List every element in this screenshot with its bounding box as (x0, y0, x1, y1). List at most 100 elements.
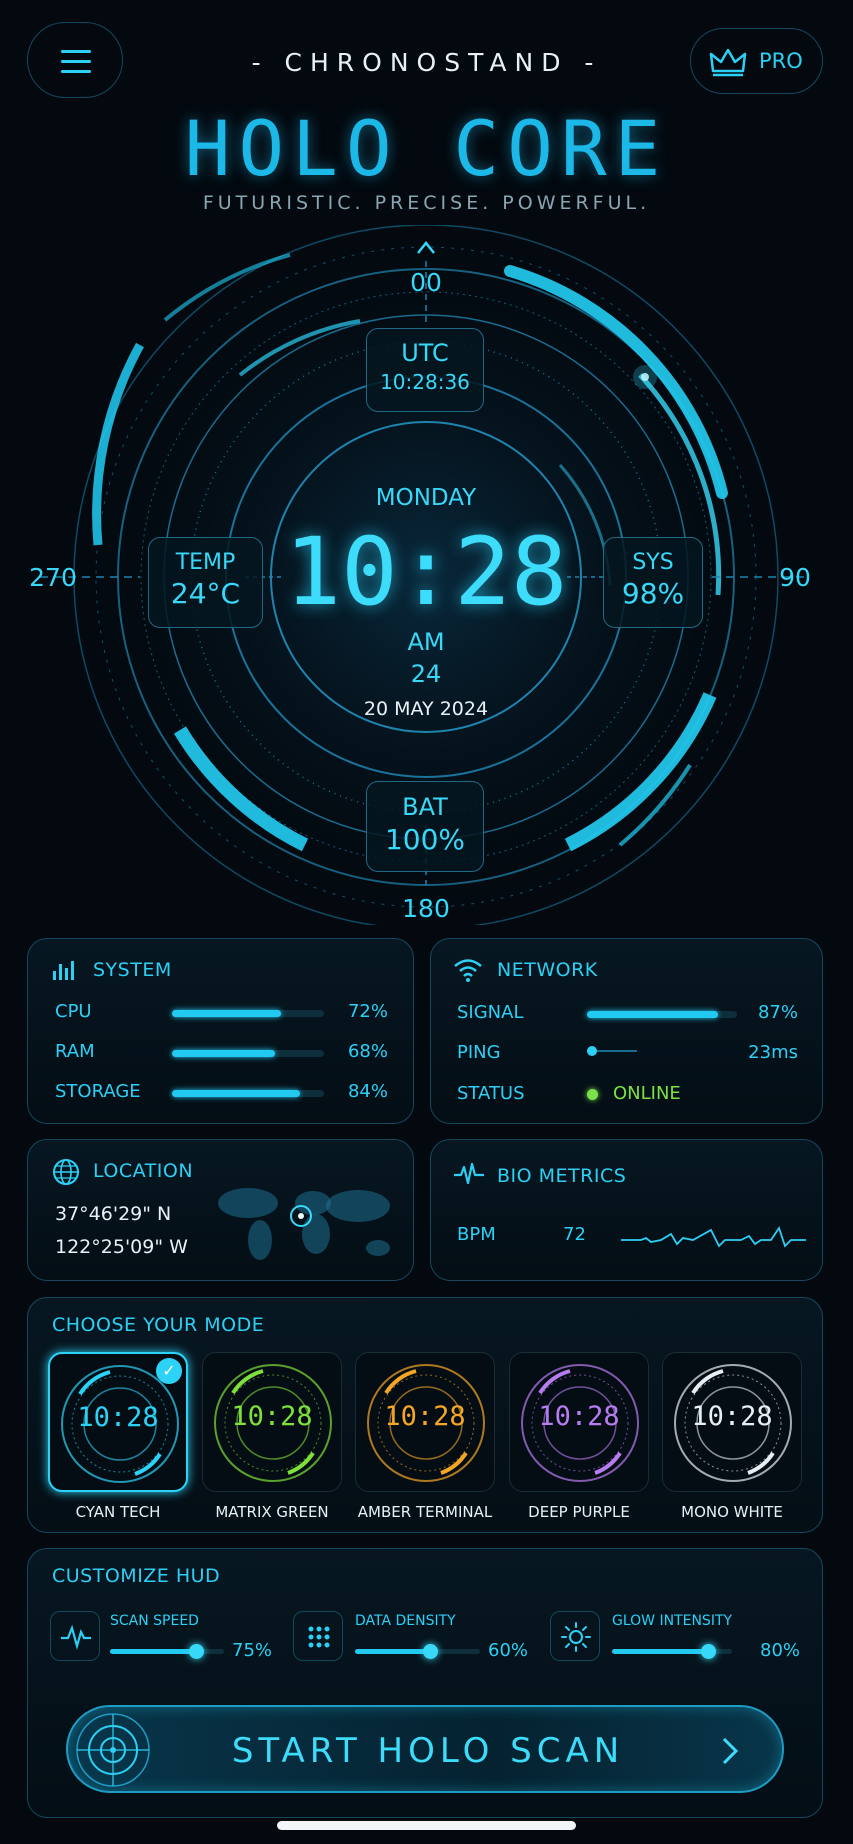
heartbeat-icon (454, 1162, 484, 1185)
ampm-label: AM (407, 628, 445, 656)
app-title: HOLO CORE (184, 104, 669, 193)
day-label: MONDAY (375, 485, 477, 511)
data-density-label: DATA DENSITY (355, 1613, 456, 1629)
menu-button[interactable] (27, 22, 123, 98)
grid-dots-icon (308, 1626, 330, 1648)
selected-check-icon: ✓ (156, 1358, 182, 1384)
home-indicator (277, 1821, 576, 1830)
data-density-value: 60% (488, 1640, 529, 1661)
globe-icon (53, 1159, 79, 1185)
mode-name: MONO WHITE (681, 1503, 783, 1521)
main-time: 10:28 (284, 518, 568, 627)
signal-value: 87% (757, 1002, 798, 1023)
system-title: SYSTEM (93, 959, 172, 981)
dial-mark-left: 270 (29, 563, 77, 592)
status-dot (587, 1089, 598, 1100)
ram-bar (172, 1050, 324, 1057)
sys-value: 98% (621, 577, 685, 610)
start-scan-label: START HOLO SCAN (231, 1731, 625, 1771)
mode-time: 10:28 (691, 1401, 773, 1432)
data-density-knob[interactable] (423, 1644, 438, 1659)
storage-bar (172, 1090, 324, 1097)
glow-intensity-slider[interactable] (612, 1644, 732, 1659)
location-title: LOCATION (93, 1160, 194, 1182)
utc-time: 10:28:36 (380, 370, 470, 394)
ram-label: RAM (55, 1041, 95, 1062)
bpm-value: 72 (563, 1224, 586, 1245)
ping-value: 23ms (748, 1042, 798, 1063)
mode-card[interactable]: 10:28 (355, 1352, 495, 1492)
chevron-right-icon (722, 1737, 739, 1765)
bat-value: 100% (384, 823, 466, 856)
scan-speed-slider[interactable] (110, 1644, 224, 1659)
world-map-icon (218, 1188, 390, 1260)
scan-speed-icon-box (50, 1611, 100, 1661)
mode-title: CHOOSE YOUR MODE (52, 1314, 265, 1336)
customize-title: CUSTOMIZE HUD (52, 1565, 221, 1587)
bio-panel: BIO METRICS BPM 72 (430, 1139, 823, 1281)
temp-box: TEMP 24°C (148, 537, 263, 628)
mode-time: 10:28 (77, 1402, 159, 1433)
pro-button[interactable]: PRO (690, 28, 823, 94)
storage-label: STORAGE (55, 1081, 141, 1102)
dial-mark-right: 90 (779, 563, 811, 592)
bar-chart-icon (53, 961, 74, 980)
utc-box: UTC 10:28:36 (366, 328, 484, 412)
pulse-icon (61, 1624, 91, 1651)
ping-indicator (587, 1046, 637, 1056)
sys-label: SYS (632, 550, 674, 575)
sys-box: SYS 98% (603, 537, 703, 628)
status-label: STATUS (457, 1083, 525, 1104)
mode-card[interactable]: 10:28 (509, 1352, 649, 1492)
bat-box: BAT 100% (366, 781, 484, 872)
latitude: 37°46'29" N (55, 1203, 172, 1225)
scan-speed-label: SCAN SPEED (110, 1613, 199, 1629)
wifi-icon (454, 959, 482, 982)
tagline: FUTURISTIC. PRECISE. POWERFUL. (202, 192, 651, 214)
glow-intensity-value: 80% (760, 1640, 801, 1661)
signal-bar (587, 1011, 737, 1018)
mode-card[interactable]: 10:28 (202, 1352, 342, 1492)
location-panel: LOCATION 37°46'29" N 122°25'09" W (27, 1139, 414, 1281)
signal-label: SIGNAL (457, 1002, 524, 1023)
mode-name: CYAN TECH (75, 1503, 161, 1521)
bio-title: BIO METRICS (497, 1165, 627, 1187)
brand-name: - CHRONOSTAND - (251, 48, 602, 77)
data-density-icon-box (293, 1611, 343, 1661)
cpu-bar (172, 1010, 324, 1017)
mode-card[interactable]: 10:28 ✓ (48, 1352, 188, 1492)
scan-speed-value: 75% (232, 1640, 273, 1661)
temp-label: TEMP (175, 550, 236, 575)
radar-icon (76, 1713, 150, 1787)
hamburger-icon (61, 50, 91, 73)
bat-label: BAT (402, 793, 448, 821)
bpm-label: BPM (457, 1224, 496, 1245)
crown-icon (709, 48, 747, 77)
longitude: 122°25'09" W (55, 1236, 188, 1258)
mode-name: MATRIX GREEN (215, 1503, 329, 1521)
dial-mark-top: 00 (410, 268, 442, 297)
glow-intensity-label: GLOW INTENSITY (612, 1613, 733, 1629)
scan-speed-knob[interactable] (188, 1644, 204, 1659)
ping-label: PING (457, 1042, 501, 1063)
start-scan-button[interactable]: START HOLO SCAN (66, 1705, 784, 1793)
glow-icon-box (550, 1611, 600, 1661)
ecg-line (621, 1225, 806, 1248)
sun-icon (561, 1622, 591, 1652)
network-title: NETWORK (497, 959, 598, 981)
mode-time: 10:28 (231, 1401, 313, 1432)
pro-label: PRO (759, 49, 803, 73)
customize-panel: CUSTOMIZE HUD SCAN SPEED 75% DATA DENSIT… (27, 1548, 823, 1818)
data-density-slider[interactable] (355, 1644, 480, 1659)
mode-time: 10:28 (384, 1401, 466, 1432)
storage-value: 84% (347, 1081, 388, 1102)
dial-mark-bottom: 180 (402, 894, 450, 923)
ram-value: 68% (347, 1041, 388, 1062)
cpu-label: CPU (55, 1001, 92, 1022)
mode-name: AMBER TERMINAL (357, 1503, 493, 1521)
mode-card[interactable]: 10:28 (662, 1352, 802, 1492)
temp-value: 24°C (170, 577, 241, 610)
mode-time: 10:28 (538, 1401, 620, 1432)
glow-intensity-knob[interactable] (701, 1644, 716, 1659)
system-panel: SYSTEM CPU 72% RAM 68% STORAGE 84% (27, 938, 414, 1124)
